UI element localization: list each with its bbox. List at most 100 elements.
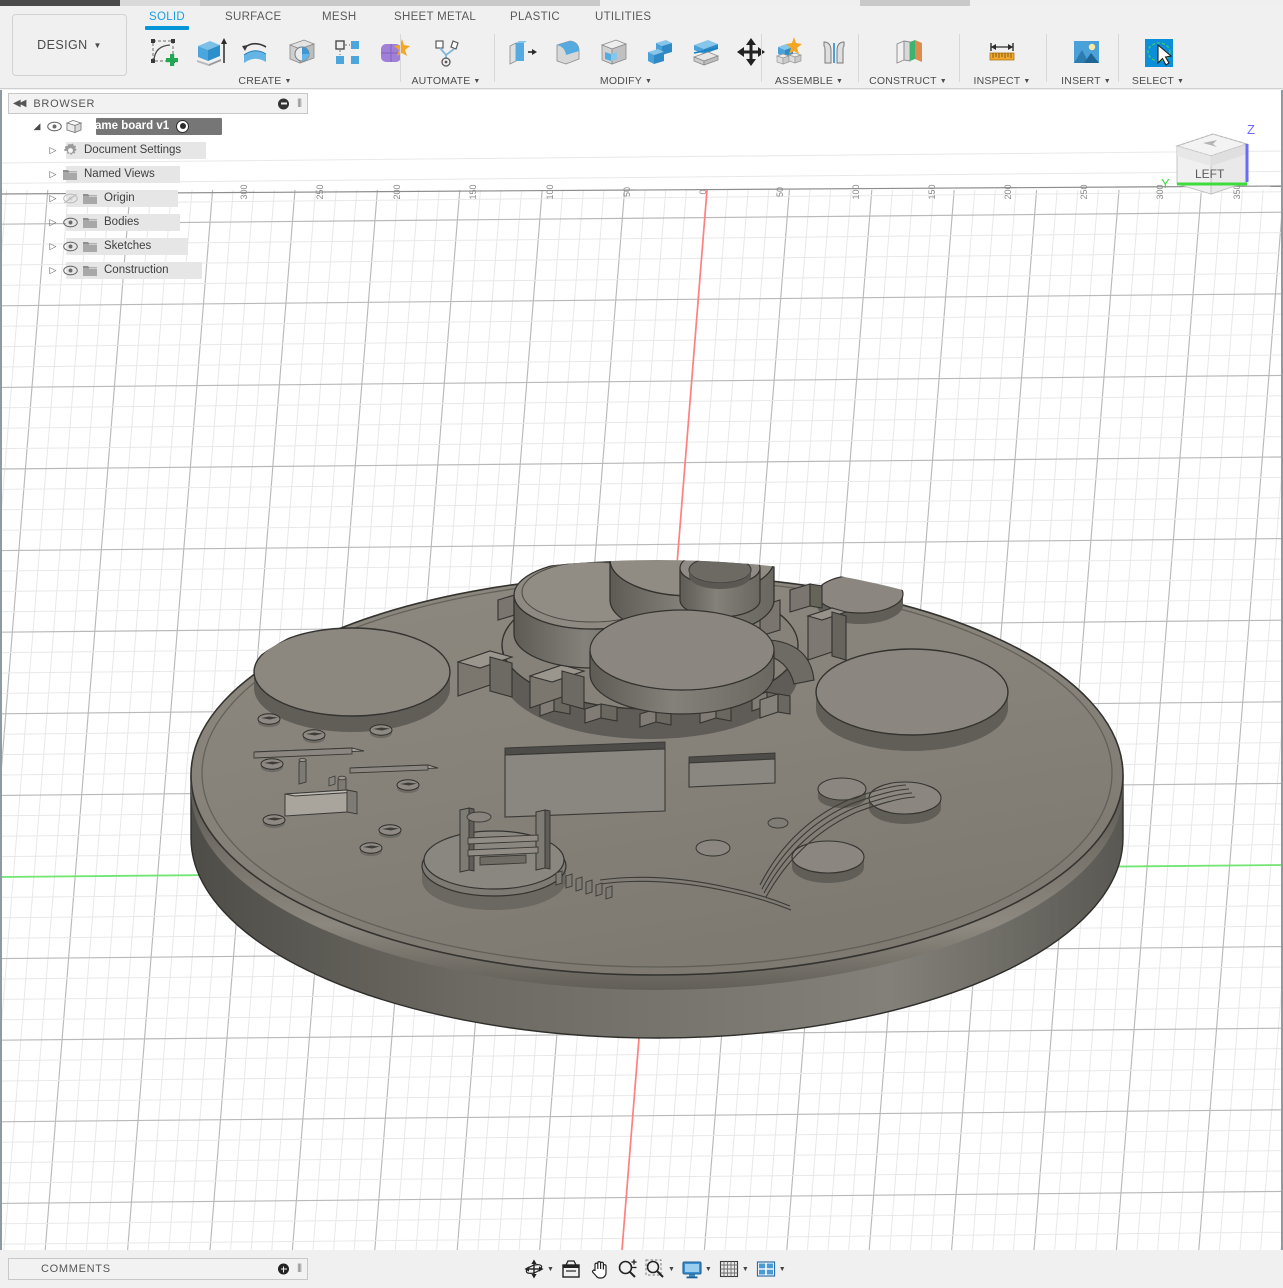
tree-item-label[interactable]: Document Settings: [80, 144, 181, 156]
display-icon[interactable]: ▼: [678, 1256, 715, 1282]
create-group-label[interactable]: CREATE ▼: [140, 75, 390, 87]
ribbon-group-construct: CONSTRUCT ▼: [862, 28, 954, 89]
insert-image-icon[interactable]: [1067, 33, 1105, 71]
tree-item-label[interactable]: Bodies: [100, 216, 139, 228]
tab-utilities-label: UTILITIES: [595, 11, 652, 23]
inspect-group-label[interactable]: INSPECT ▼: [963, 75, 1041, 87]
expand-twisty-icon[interactable]: ▷: [46, 145, 60, 156]
grid-icon[interactable]: ▼: [715, 1256, 752, 1282]
tree-row-bodies[interactable]: ▷ Bodies: [8, 210, 308, 234]
expand-twisty-icon[interactable]: ◢: [30, 121, 44, 132]
chevron-down-icon[interactable]: ▼: [668, 1266, 675, 1273]
svg-text:50: 50: [775, 187, 785, 197]
visibility-eye-icon[interactable]: [60, 265, 80, 276]
activate-radio-icon[interactable]: [176, 119, 190, 133]
panel-grip-icon[interactable]: ⦀: [297, 98, 302, 111]
visibility-eye-icon[interactable]: [44, 121, 64, 132]
panel-grip-icon[interactable]: ⦀: [297, 1263, 302, 1276]
offset-plane-icon[interactable]: [889, 33, 927, 71]
fillet-icon[interactable]: [548, 33, 586, 71]
tab-utilities[interactable]: UTILITIES: [595, 11, 651, 23]
expand-twisty-icon[interactable]: ▷: [46, 193, 60, 204]
chevron-down-icon[interactable]: ▼: [742, 1266, 749, 1273]
expand-twisty-icon[interactable]: ▷: [46, 265, 60, 276]
chevron-down-icon: ▼: [836, 78, 844, 85]
tab-plastic[interactable]: PLASTIC: [510, 11, 560, 23]
viewcube-face-label: LEFT: [1195, 167, 1225, 181]
visibility-eye-icon[interactable]: [60, 241, 80, 252]
construct-group-label[interactable]: CONSTRUCT ▼: [862, 75, 954, 87]
tree-row-sketches[interactable]: ▷ Sketches: [8, 234, 308, 258]
tab-surface-label: SURFACE: [225, 11, 282, 23]
new-component-icon[interactable]: [769, 33, 807, 71]
look-at-icon[interactable]: [557, 1256, 585, 1282]
svg-text:50: 50: [622, 187, 632, 197]
collapse-left-icon[interactable]: ◀◀: [13, 98, 26, 109]
offset-face-icon[interactable]: [686, 33, 724, 71]
ribbon-group-assemble: ASSEMBLE ▼: [765, 28, 853, 89]
pan-hand-icon[interactable]: [585, 1256, 613, 1282]
tree-row-root[interactable]: ◢ game board v1: [8, 114, 308, 138]
tree-item-label[interactable]: Construction: [100, 264, 169, 276]
component-icon: [64, 119, 84, 134]
viewcube[interactable]: LEFT Z Y: [1155, 108, 1265, 208]
tree-row-named-views[interactable]: ▷ Named Views: [8, 162, 308, 186]
browser-panel: ◀◀ BROWSER ⦀ ◢ game board v1 ▷ Document: [8, 93, 308, 282]
tree-row-document-settings[interactable]: ▷ Document Settings: [8, 138, 308, 162]
disc-right: [815, 648, 1009, 751]
tab-mesh[interactable]: MESH: [322, 11, 356, 23]
tree-row-construction[interactable]: ▷ Construction: [8, 258, 308, 282]
insert-group-label[interactable]: INSERT ▼: [1050, 75, 1122, 87]
comments-panel[interactable]: COMMENTS ⦀: [8, 1258, 308, 1280]
expand-twisty-icon[interactable]: ▷: [46, 169, 60, 180]
measure-icon[interactable]: [983, 33, 1021, 71]
chevron-down-icon: ▼: [473, 78, 481, 85]
expand-twisty-icon[interactable]: ▷: [46, 217, 60, 228]
ribbon-separator: [858, 34, 859, 82]
chevron-down-icon: ▼: [284, 78, 292, 85]
svg-text:0: 0: [698, 189, 708, 194]
tree-item-label[interactable]: Sketches: [100, 240, 151, 252]
tab-plastic-label: PLASTIC: [510, 11, 561, 23]
zoom-fit-icon[interactable]: ▼: [641, 1256, 678, 1282]
visibility-eye-icon[interactable]: [60, 217, 80, 228]
folder-icon: [80, 240, 100, 253]
minimize-icon[interactable]: [278, 98, 289, 109]
svg-text:200: 200: [1003, 184, 1013, 199]
tree-row-origin[interactable]: ▷ Origin: [8, 186, 308, 210]
disc-left: [253, 627, 451, 732]
extrude-icon[interactable]: [190, 33, 228, 71]
visibility-hidden-eye-icon[interactable]: [60, 193, 80, 204]
automate-group-label[interactable]: AUTOMATE ▼: [404, 75, 488, 87]
joint-icon[interactable]: [815, 33, 853, 71]
expand-twisty-icon[interactable]: ▷: [46, 241, 60, 252]
assemble-group-label[interactable]: ASSEMBLE ▼: [765, 75, 853, 87]
automate-icon[interactable]: [427, 33, 465, 71]
select-icon[interactable]: [1139, 33, 1177, 71]
tree-item-label[interactable]: Origin: [100, 192, 135, 204]
tab-solid[interactable]: SOLID: [145, 11, 190, 30]
chevron-down-icon[interactable]: ▼: [705, 1266, 712, 1273]
revolve-icon[interactable]: [236, 33, 274, 71]
chevron-down-icon[interactable]: ▼: [779, 1266, 786, 1273]
tree-root-label[interactable]: game board v1: [84, 120, 169, 132]
add-comment-icon[interactable]: [278, 1263, 289, 1275]
folder-icon: [80, 216, 100, 229]
sweep-icon[interactable]: [282, 33, 320, 71]
chevron-down-icon[interactable]: ▼: [547, 1266, 554, 1273]
orbit-icon[interactable]: ▼: [520, 1256, 557, 1282]
tab-sheet-metal[interactable]: SHEET METAL: [394, 11, 476, 23]
new-sketch-icon[interactable]: [144, 33, 182, 71]
tree-item-label[interactable]: Named Views: [80, 168, 155, 180]
ribbon-separator: [761, 34, 762, 82]
select-group-label[interactable]: SELECT ▼: [1122, 75, 1194, 87]
pattern-icon[interactable]: [328, 33, 366, 71]
svg-text:100: 100: [851, 184, 861, 199]
viewports-icon[interactable]: ▼: [752, 1256, 789, 1282]
press-pull-icon[interactable]: [502, 33, 540, 71]
zoom-icon[interactable]: [613, 1256, 641, 1282]
combine-icon[interactable]: [640, 33, 678, 71]
tab-surface[interactable]: SURFACE: [225, 11, 281, 23]
modify-group-label[interactable]: MODIFY ▼: [498, 75, 754, 87]
shell-icon[interactable]: [594, 33, 632, 71]
